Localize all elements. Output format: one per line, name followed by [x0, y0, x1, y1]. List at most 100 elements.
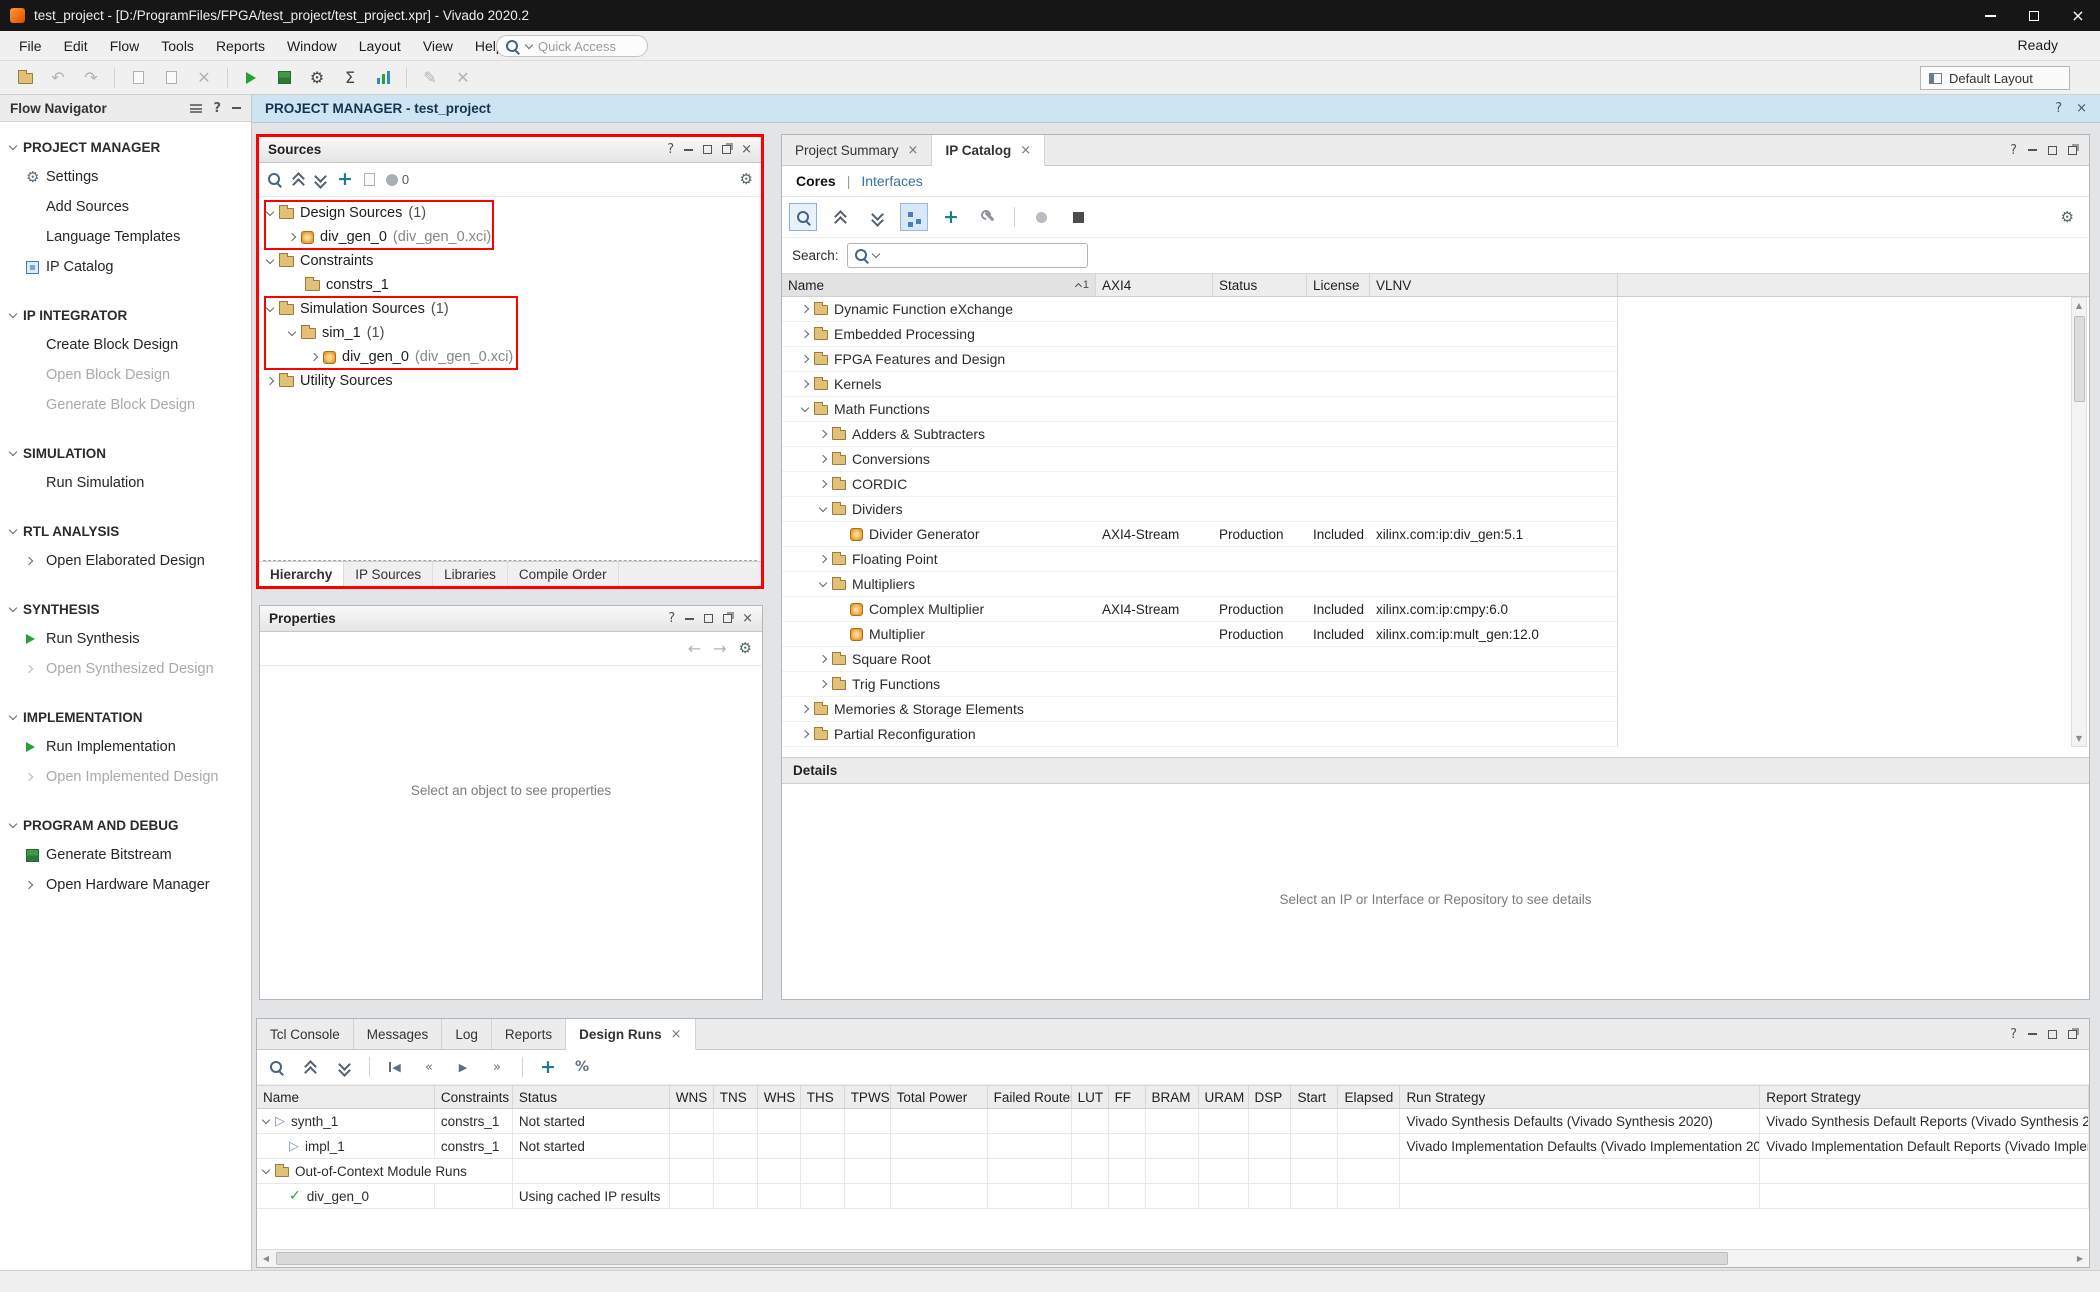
cancel-icon[interactable]: ✕ [450, 65, 476, 91]
section-header-implementation[interactable]: IMPLEMENTATION [0, 702, 251, 732]
expand-icon[interactable] [819, 655, 827, 663]
close-tab-icon[interactable]: × [1020, 143, 1031, 158]
ip-category-row[interactable]: Dividers [782, 497, 1617, 522]
ip-core-row[interactable]: Multiplier Production Included xilinx.co… [782, 622, 1617, 647]
minimize-panel-icon[interactable] [2028, 1033, 2037, 1035]
close-panel-icon[interactable]: × [742, 611, 753, 626]
sigma-report-icon[interactable]: Σ [337, 65, 363, 91]
sidebar-item-run-simulation[interactable]: Run Simulation [0, 468, 251, 498]
close-tab-icon[interactable]: × [671, 1027, 682, 1042]
column-header[interactable]: Status [513, 1086, 670, 1108]
close-window-button[interactable]: × [2056, 0, 2100, 31]
ip-category-row[interactable]: Conversions [782, 447, 1617, 472]
column-header[interactable]: LUT [1072, 1086, 1109, 1108]
column-header[interactable]: Start [1291, 1086, 1338, 1108]
expand-icon[interactable] [801, 305, 809, 313]
expand-all-icon[interactable] [863, 203, 891, 231]
column-header[interactable]: Total Power [891, 1086, 988, 1108]
tab-tcl-console[interactable]: Tcl Console [257, 1019, 354, 1049]
tab-project-summary[interactable]: Project Summary × [782, 135, 932, 165]
section-header-program-and-debug[interactable]: PROGRAM AND DEBUG [0, 810, 251, 840]
column-header[interactable]: FF [1109, 1086, 1146, 1108]
collapse-icon[interactable] [288, 327, 296, 335]
design-run-row-div-gen-0[interactable]: ✓div_gen_0 Using cached IP results [257, 1184, 2089, 1209]
expand-icon[interactable] [266, 377, 274, 385]
ip-category-row[interactable]: Math Functions [782, 397, 1617, 422]
expand-icon[interactable] [801, 730, 809, 738]
column-header[interactable]: Name [257, 1086, 435, 1108]
undo-icon[interactable]: ↶ [45, 65, 71, 91]
delete-icon[interactable]: ✕ [191, 65, 217, 91]
search-icon[interactable] [267, 172, 282, 187]
ip-category-row[interactable]: Floating Point [782, 547, 1617, 572]
ip-category-row[interactable]: Embedded Processing [782, 322, 1617, 347]
sidebar-item-open-implemented-design[interactable]: Open Implemented Design [0, 762, 251, 792]
collapse-icon[interactable] [266, 207, 274, 215]
collapse-all-icon[interactable] [293, 173, 304, 186]
section-header-ip-integrator[interactable]: IP INTEGRATOR [0, 300, 251, 330]
ip-core-row[interactable]: Complex Multiplier AXI4-Stream Productio… [782, 597, 1617, 622]
customize-wrench-icon[interactable] [974, 203, 1002, 231]
subtab-interfaces[interactable]: Interfaces [861, 173, 922, 189]
expand-icon[interactable] [288, 233, 296, 241]
tree-row-constrs-1[interactable]: constrs_1 [259, 273, 761, 297]
step-back-icon[interactable]: « [417, 1055, 441, 1079]
settings-slider-icon[interactable] [190, 104, 202, 113]
ip-category-row[interactable]: Adders & Subtracters [782, 422, 1617, 447]
help-icon[interactable]: ? [668, 611, 675, 626]
column-header[interactable]: WHS [758, 1086, 801, 1108]
sidebar-item-generate-block-design[interactable]: Generate Block Design [0, 390, 251, 420]
quick-access-search[interactable]: Quick Access [496, 35, 648, 57]
design-run-row-synth-1[interactable]: ▷synth_1 constrs_1 Not started Vivado Sy… [257, 1109, 2089, 1134]
column-header[interactable]: BRAM [1146, 1086, 1199, 1108]
search-icon[interactable] [789, 203, 817, 231]
design-run-row-impl-1[interactable]: ▷impl_1 constrs_1 Not started Vivado Imp… [257, 1134, 2089, 1159]
go-to-start-icon[interactable]: ◀ [383, 1055, 407, 1079]
ip-category-row[interactable]: Dynamic Function eXchange [782, 297, 1617, 322]
help-icon[interactable]: ? [2055, 101, 2062, 116]
column-header[interactable]: TNS [714, 1086, 758, 1108]
expand-icon[interactable] [819, 455, 827, 463]
scrollbar-thumb[interactable] [2074, 316, 2085, 402]
create-runs-icon[interactable]: + [536, 1055, 560, 1079]
sidebar-item-open-elaborated-design[interactable]: Open Elaborated Design [0, 546, 251, 576]
collapse-icon[interactable] [262, 1165, 270, 1173]
close-tab-icon[interactable]: × [908, 143, 919, 158]
scroll-left-icon[interactable]: ◀ [257, 1250, 275, 1267]
column-header[interactable]: Report Strategy [1760, 1086, 2089, 1108]
maximize-panel-icon[interactable] [704, 614, 713, 623]
settings-gear-icon[interactable]: ⚙ [304, 65, 330, 91]
edit-pencil-icon[interactable]: ✎ [417, 65, 443, 91]
launch-runs-icon[interactable]: ▶ [451, 1055, 475, 1079]
float-panel-icon[interactable] [2068, 1030, 2077, 1039]
section-header-rtl-analysis[interactable]: RTL ANALYSIS [0, 516, 251, 546]
column-header-vlnv[interactable]: VLNV [1370, 274, 1618, 296]
collapse-icon[interactable] [819, 578, 827, 586]
status-dot-icon[interactable] [386, 174, 398, 186]
expand-icon[interactable] [801, 330, 809, 338]
ip-category-row[interactable]: Multipliers [782, 572, 1617, 597]
minimize-window-button[interactable] [1968, 0, 2012, 31]
tree-row-utility-sources[interactable]: Utility Sources [259, 369, 761, 393]
gear-icon[interactable]: ⚙ [740, 172, 753, 187]
search-icon[interactable] [264, 1055, 288, 1079]
collapse-icon[interactable] [801, 403, 809, 411]
collapse-all-icon[interactable] [826, 203, 854, 231]
collapse-icon[interactable] [262, 1115, 270, 1123]
menu-window[interactable]: Window [276, 38, 348, 54]
status-circle-icon[interactable] [1027, 203, 1055, 231]
expand-icon[interactable] [819, 430, 827, 438]
scroll-right-icon[interactable]: ▶ [2071, 1250, 2089, 1267]
column-header[interactable]: Run Strategy [1400, 1086, 1760, 1108]
menu-edit[interactable]: Edit [53, 38, 99, 54]
tab-ip-sources[interactable]: IP Sources [344, 562, 433, 586]
copy-icon[interactable] [125, 65, 151, 91]
column-header[interactable]: THS [801, 1086, 845, 1108]
tab-log[interactable]: Log [442, 1019, 492, 1049]
ip-category-row[interactable]: Memories & Storage Elements [782, 697, 1617, 722]
vertical-scrollbar[interactable]: ▲ ▼ [2071, 297, 2087, 747]
open-project-icon[interactable] [12, 65, 38, 91]
ip-category-row[interactable]: Kernels [782, 372, 1617, 397]
column-header[interactable]: WNS [670, 1086, 714, 1108]
collapse-all-icon[interactable] [298, 1055, 322, 1079]
